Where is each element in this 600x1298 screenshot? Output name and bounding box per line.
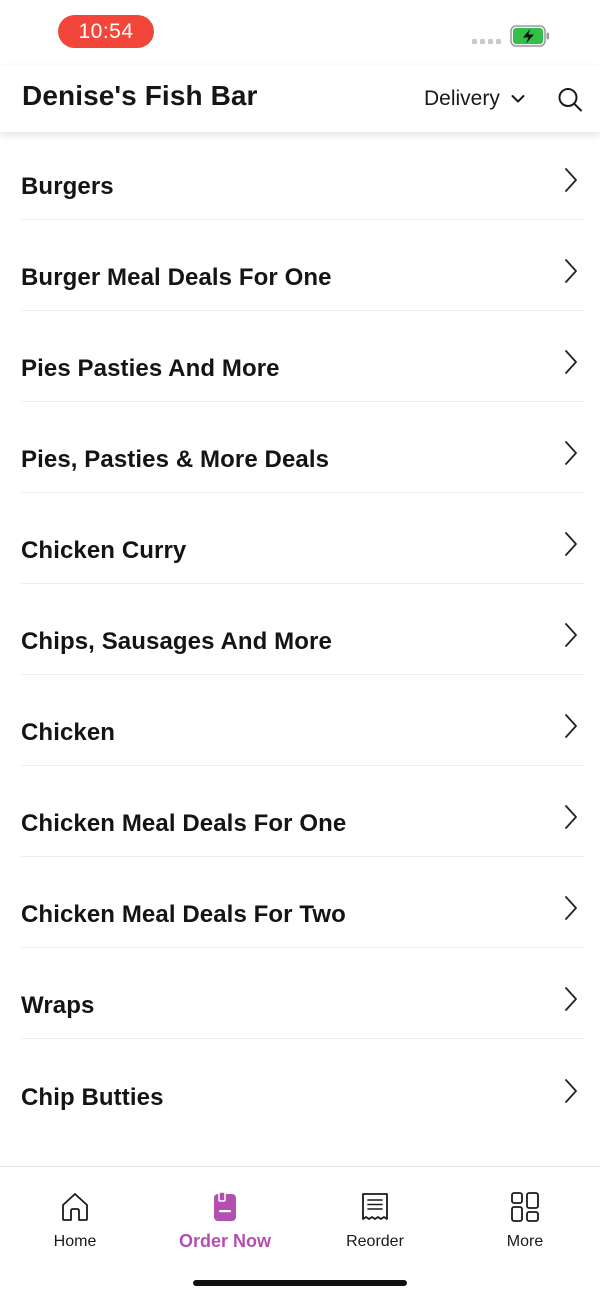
grid-icon	[511, 1192, 539, 1222]
tab-order-now[interactable]: Order Now	[150, 1167, 300, 1267]
delivery-mode-label: Delivery	[424, 87, 500, 110]
menu-category-chicken-meal-deals-for-one[interactable]: Chicken Meal Deals For One	[21, 766, 584, 857]
tab-order-now-label: Order Now	[178, 1231, 271, 1251]
chevron-right-icon	[565, 441, 577, 465]
menu-category-chips-sausages-and-more[interactable]: Chips, Sausages And More	[21, 584, 584, 675]
menu-category-chip-butties[interactable]: Chip Butties	[21, 1039, 584, 1130]
menu-category-label: Chicken Curry	[21, 537, 187, 564]
chevron-right-icon	[565, 1079, 577, 1103]
tab-reorder-label: Reorder	[346, 1233, 404, 1250]
bottom-tab-bar: Home Order Now Reorder More	[0, 1166, 600, 1298]
menu-category-label: Wraps	[21, 992, 95, 1019]
menu-category-label: Chicken Meal Deals For Two	[21, 901, 346, 928]
home-indicator	[193, 1280, 407, 1286]
menu-category-label: Chicken	[21, 719, 116, 746]
receipt-icon	[362, 1193, 388, 1220]
menu-category-chicken-curry[interactable]: Chicken Curry	[21, 493, 584, 584]
tab-reorder[interactable]: Reorder	[300, 1167, 450, 1267]
chevron-right-icon	[565, 350, 577, 374]
tab-home-label: Home	[53, 1233, 97, 1250]
menu-category-wraps[interactable]: Wraps	[21, 948, 584, 1039]
menu-category-chicken[interactable]: Chicken	[21, 675, 584, 766]
app-header: Denise's Fish Bar Delivery	[0, 66, 600, 132]
page-title: Denise's Fish Bar	[22, 80, 258, 111]
order-icon	[214, 1191, 236, 1221]
chevron-right-icon	[565, 259, 577, 283]
chevron-right-icon	[565, 714, 577, 738]
chevron-right-icon	[565, 623, 577, 647]
menu-category-label: Burgers	[21, 173, 114, 200]
home-icon	[62, 1193, 88, 1221]
search-icon[interactable]	[556, 86, 584, 114]
chevron-right-icon	[565, 987, 577, 1011]
delivery-mode-dropdown[interactable]: Delivery	[424, 84, 526, 114]
menu-category-label: Pies Pasties And More	[21, 355, 280, 382]
status-time: 10:54	[58, 15, 154, 48]
chevron-right-icon	[565, 896, 577, 920]
menu-category-list: Burgers Burger Meal Deals For One Pies P…	[0, 132, 600, 1130]
menu-category-chicken-meal-deals-for-two[interactable]: Chicken Meal Deals For Two	[21, 857, 584, 948]
menu-category-label: Chip Butties	[21, 1084, 164, 1111]
menu-category-pies-pasties-more-deals[interactable]: Pies, Pasties & More Deals	[21, 402, 584, 493]
menu-category-label: Burger Meal Deals For One	[21, 264, 332, 291]
chevron-down-icon	[511, 95, 525, 103]
tab-more[interactable]: More	[450, 1167, 600, 1267]
tab-more-label: More	[506, 1233, 544, 1250]
menu-category-label: Chips, Sausages And More	[21, 628, 332, 655]
chevron-right-icon	[565, 805, 577, 829]
status-bar: 10:54	[0, 0, 600, 66]
menu-category-label: Pies, Pasties & More Deals	[21, 446, 330, 473]
menu-category-burger-meal-deals-for-one[interactable]: Burger Meal Deals For One	[21, 220, 584, 311]
chevron-right-icon	[565, 532, 577, 556]
tab-home[interactable]: Home	[0, 1167, 150, 1267]
menu-category-pies-pasties-and-more[interactable]: Pies Pasties And More	[21, 311, 584, 402]
chevron-right-icon	[565, 168, 577, 192]
menu-category-burgers[interactable]: Burgers	[21, 132, 584, 220]
battery-icon	[510, 25, 549, 47]
menu-category-label: Chicken Meal Deals For One	[21, 810, 347, 837]
signal-icon	[472, 39, 501, 44]
